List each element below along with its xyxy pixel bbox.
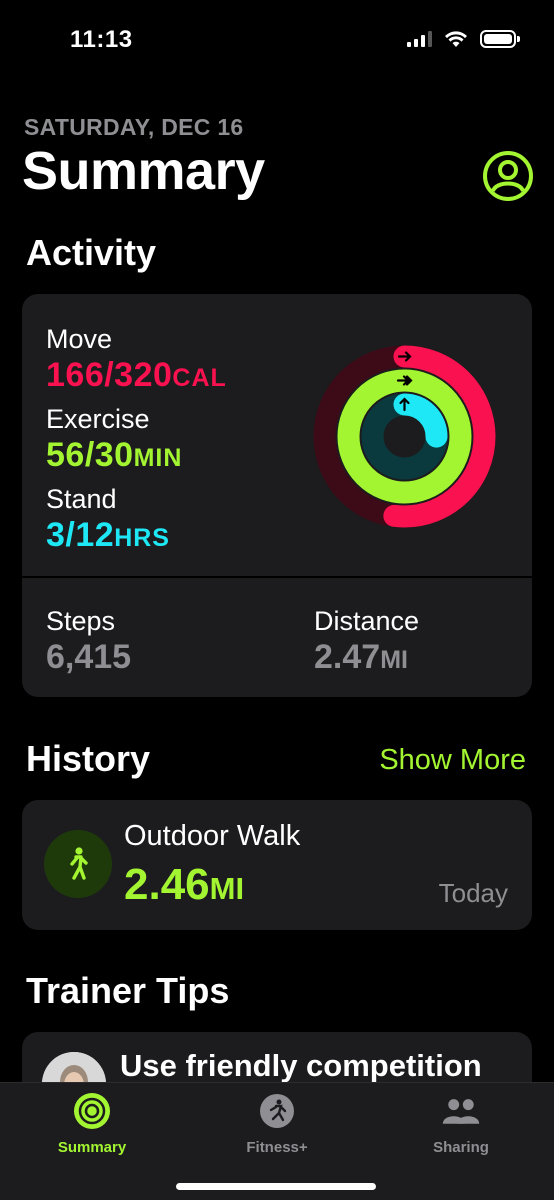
running-figure-icon: [260, 1094, 294, 1128]
stand-label: Stand: [46, 484, 117, 514]
exercise-unit: MIN: [133, 444, 183, 472]
wifi-icon: [445, 31, 467, 47]
workout-distance: 2.46MI: [124, 860, 244, 910]
distance-unit: MI: [380, 646, 408, 674]
exercise-value: 56/30MIN: [46, 436, 182, 475]
status-time: 11:13: [70, 26, 133, 53]
distance-value-number: 2.47: [314, 638, 381, 676]
move-value-number: 166/320: [46, 356, 173, 394]
status-bar: 11:13: [0, 0, 554, 84]
steps-label: Steps: [46, 606, 116, 636]
stand-unit: HRS: [114, 524, 170, 552]
trainer-tips-section-title: Trainer Tips: [26, 970, 230, 1011]
cellular-signal-icon: [407, 31, 432, 47]
workout-distance-unit: MI: [209, 871, 245, 906]
profile-icon[interactable]: [482, 150, 534, 202]
date-label: SATURDAY, DEC 16: [24, 114, 244, 140]
activity-card[interactable]: Move 166/320CAL Exercise 56/30MIN Stand …: [22, 294, 532, 697]
activity-section-title: Activity: [26, 232, 157, 273]
tab-summary[interactable]: Summary: [22, 1091, 162, 1156]
steps-value: 6,415: [46, 638, 132, 676]
stand-value-number: 3/12: [46, 516, 115, 554]
tab-summary-label: Summary: [57, 1139, 127, 1156]
move-unit: CAL: [172, 364, 227, 392]
tab-sharing[interactable]: Sharing: [391, 1091, 531, 1156]
battery-icon: [480, 30, 520, 48]
show-more-link[interactable]: Show More: [379, 744, 526, 777]
history-section-title: History: [26, 738, 151, 779]
workout-distance-number: 2.46: [124, 860, 210, 909]
exercise-label: Exercise: [46, 404, 150, 434]
tab-fitness-plus-label: Fitness+: [246, 1139, 308, 1156]
stand-value: 3/12HRS: [46, 516, 170, 555]
tab-fitness-plus[interactable]: Fitness+: [207, 1091, 347, 1156]
activity-rings-icon: [74, 1093, 110, 1129]
move-label: Move: [46, 324, 113, 354]
people-icon: [442, 1099, 480, 1124]
distance-label: Distance: [314, 606, 420, 636]
page-title: Summary: [22, 141, 265, 201]
activity-rings: [313, 345, 496, 528]
home-indicator: [176, 1183, 376, 1190]
distance-value: 2.47MI: [314, 638, 408, 677]
exercise-value-number: 56/30: [46, 436, 134, 474]
workout-name: Outdoor Walk: [124, 820, 301, 852]
workout-date: Today: [438, 878, 508, 908]
workout-card[interactable]: Outdoor Walk 2.46MI Today: [22, 800, 532, 930]
trainer-tip-title: Use friendly competition: [120, 1048, 482, 1083]
tab-sharing-label: Sharing: [433, 1139, 489, 1156]
status-icons: [407, 30, 520, 48]
workout-icon-badge: [44, 830, 112, 898]
card-divider: [22, 576, 532, 578]
move-value: 166/320CAL: [46, 356, 227, 395]
walking-figure-icon: [70, 847, 88, 880]
